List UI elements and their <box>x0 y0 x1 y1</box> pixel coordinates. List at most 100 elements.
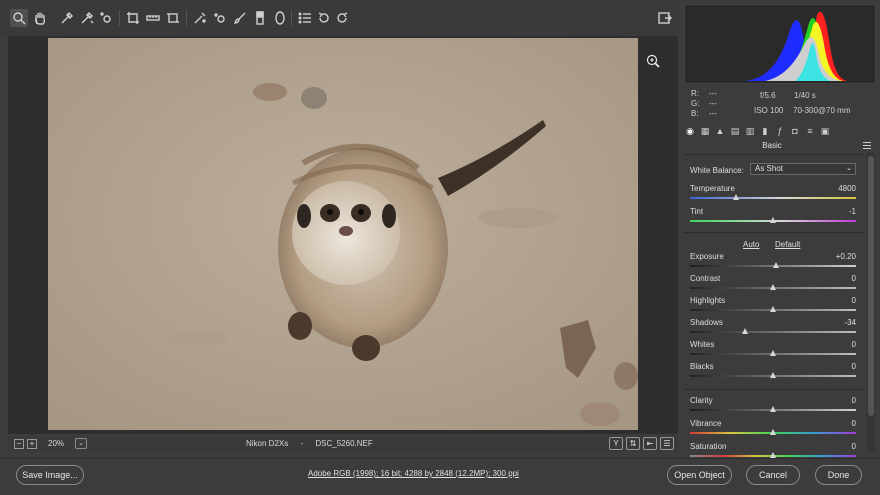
exposure-slider[interactable] <box>690 262 856 268</box>
straighten-icon[interactable] <box>144 9 162 27</box>
zoom-dropdown[interactable]: ⌄ <box>75 438 87 449</box>
color-sampler-icon[interactable] <box>78 9 96 27</box>
rotate-left-icon[interactable] <box>315 9 333 27</box>
clarity-slider-thumb[interactable] <box>770 406 776 412</box>
done-button[interactable]: Done <box>815 465 862 485</box>
tab-basic[interactable]: ◉ <box>684 125 696 137</box>
open-object-button[interactable]: Open Object <box>667 465 732 485</box>
panel-scrollbar[interactable] <box>867 152 875 452</box>
highlights-slider[interactable] <box>690 306 856 312</box>
toggle-settings-button[interactable]: ☰ <box>660 437 674 450</box>
whites-slider-thumb[interactable] <box>770 350 776 356</box>
toggle-fullscreen-icon[interactable] <box>656 9 674 27</box>
blacks-value[interactable]: 0 <box>852 362 856 371</box>
white-balance-label: White Balance: <box>690 166 744 175</box>
highlights-value[interactable]: 0 <box>852 296 856 305</box>
vibrance-value[interactable]: 0 <box>852 419 856 428</box>
transform-icon[interactable] <box>164 9 182 27</box>
preferences-icon[interactable] <box>296 9 314 27</box>
r-value: --- <box>709 89 717 98</box>
hand-icon[interactable] <box>31 9 49 27</box>
swap-settings-button[interactable]: ⇅ <box>626 437 640 450</box>
workflow-options-link[interactable]: Adobe RGB (1998); 16 bit; 4288 by 2848 (… <box>308 469 519 478</box>
crop-icon[interactable] <box>124 9 142 27</box>
targeted-adjustment-icon[interactable] <box>97 9 115 27</box>
whites-slider[interactable] <box>690 350 856 356</box>
auto-button[interactable]: Auto <box>743 240 759 249</box>
meerkat-photo <box>48 38 638 430</box>
tint-value[interactable]: -1 <box>849 207 856 216</box>
toolbar-separator <box>119 10 120 26</box>
status-bar: − + 20% ⌄ Nikon D2Xs - DSC_5260.NEF Y ⇅ … <box>8 436 678 452</box>
graduated-filter-icon[interactable] <box>251 9 269 27</box>
contrast-value[interactable]: 0 <box>852 274 856 283</box>
photo-preview[interactable] <box>48 38 638 430</box>
highlights-label: Highlights <box>690 296 726 305</box>
panel-menu-icon[interactable] <box>863 142 871 149</box>
tab-effects[interactable]: ƒ <box>774 125 786 137</box>
whites-value[interactable]: 0 <box>852 340 856 349</box>
before-after-button[interactable]: Y <box>609 437 623 450</box>
white-balance-select[interactable]: As Shot ⌄ <box>750 163 856 175</box>
tab-presets[interactable]: ≡ <box>804 125 816 137</box>
clarity-label: Clarity <box>690 396 713 405</box>
b-value: --- <box>709 109 717 118</box>
info-separator: - <box>300 439 304 448</box>
vibrance-label: Vibrance <box>690 419 722 428</box>
saturation-value[interactable]: 0 <box>852 442 856 451</box>
contrast-slider-thumb[interactable] <box>770 284 776 290</box>
vibrance-slider-thumb[interactable] <box>770 429 776 435</box>
white-balance-icon[interactable] <box>58 9 76 27</box>
snapshots-icon: ▣ <box>820 126 830 136</box>
temperature-slider-thumb[interactable] <box>733 194 740 200</box>
fx-icon: ƒ <box>777 126 783 136</box>
copy-settings-button[interactable]: ⇤ <box>643 437 657 450</box>
contrast-label: Contrast <box>690 274 721 283</box>
default-button[interactable]: Default <box>775 240 800 249</box>
blacks-slider[interactable] <box>690 372 856 378</box>
contrast-slider[interactable] <box>690 284 856 290</box>
spot-removal-icon[interactable] <box>191 9 209 27</box>
exposure-value[interactable]: +0.20 <box>836 252 856 261</box>
rotate-right-icon[interactable] <box>333 9 351 27</box>
tint-slider-thumb[interactable] <box>770 217 776 223</box>
highlights-slider-thumb[interactable] <box>770 306 776 312</box>
vibrance-slider[interactable] <box>690 429 856 435</box>
image-canvas[interactable] <box>8 36 678 434</box>
cancel-button[interactable]: Cancel <box>746 465 800 485</box>
panel-title: Basic <box>762 141 782 150</box>
red-eye-icon[interactable] <box>211 9 229 27</box>
scrollbar-thumb[interactable] <box>868 156 874 416</box>
histogram <box>684 4 876 84</box>
clarity-slider[interactable] <box>690 406 856 412</box>
chevron-down-icon: ⌄ <box>78 440 84 447</box>
tab-calibration[interactable]: ◘ <box>789 125 801 137</box>
tab-detail[interactable]: ▲ <box>714 125 726 137</box>
zoom-icon[interactable] <box>10 9 28 27</box>
g-value: --- <box>709 99 717 108</box>
shadows-value[interactable]: -34 <box>844 318 856 327</box>
tab-tone-curve[interactable]: ▦ <box>699 125 711 137</box>
chevron-down-icon: ⌄ <box>846 165 852 172</box>
exposure-slider-thumb[interactable] <box>773 262 780 268</box>
temperature-slider[interactable] <box>690 194 856 200</box>
radial-filter-icon[interactable] <box>271 9 289 27</box>
saturation-slider[interactable] <box>690 452 856 458</box>
tint-label: Tint <box>690 207 704 216</box>
g-label: G: <box>691 99 700 108</box>
blacks-slider-thumb[interactable] <box>770 372 776 378</box>
zoom-cursor-icon <box>646 54 660 68</box>
zoom-in-button[interactable]: + <box>27 439 37 449</box>
save-image-button[interactable]: Save Image... <box>16 465 84 485</box>
shadows-slider-thumb[interactable] <box>741 328 748 334</box>
shadows-slider[interactable] <box>690 328 856 334</box>
tab-hsl[interactable]: ▤ <box>729 125 741 137</box>
tab-snapshots[interactable]: ▣ <box>819 125 831 137</box>
clarity-value[interactable]: 0 <box>852 396 856 405</box>
temperature-value[interactable]: 4800 <box>838 184 856 193</box>
tab-split-toning[interactable]: ▥ <box>744 125 756 137</box>
tint-slider[interactable] <box>690 217 856 223</box>
adjustment-brush-icon[interactable] <box>231 9 249 27</box>
tab-lens[interactable]: ▮ <box>759 125 771 137</box>
zoom-out-button[interactable]: − <box>14 439 24 449</box>
